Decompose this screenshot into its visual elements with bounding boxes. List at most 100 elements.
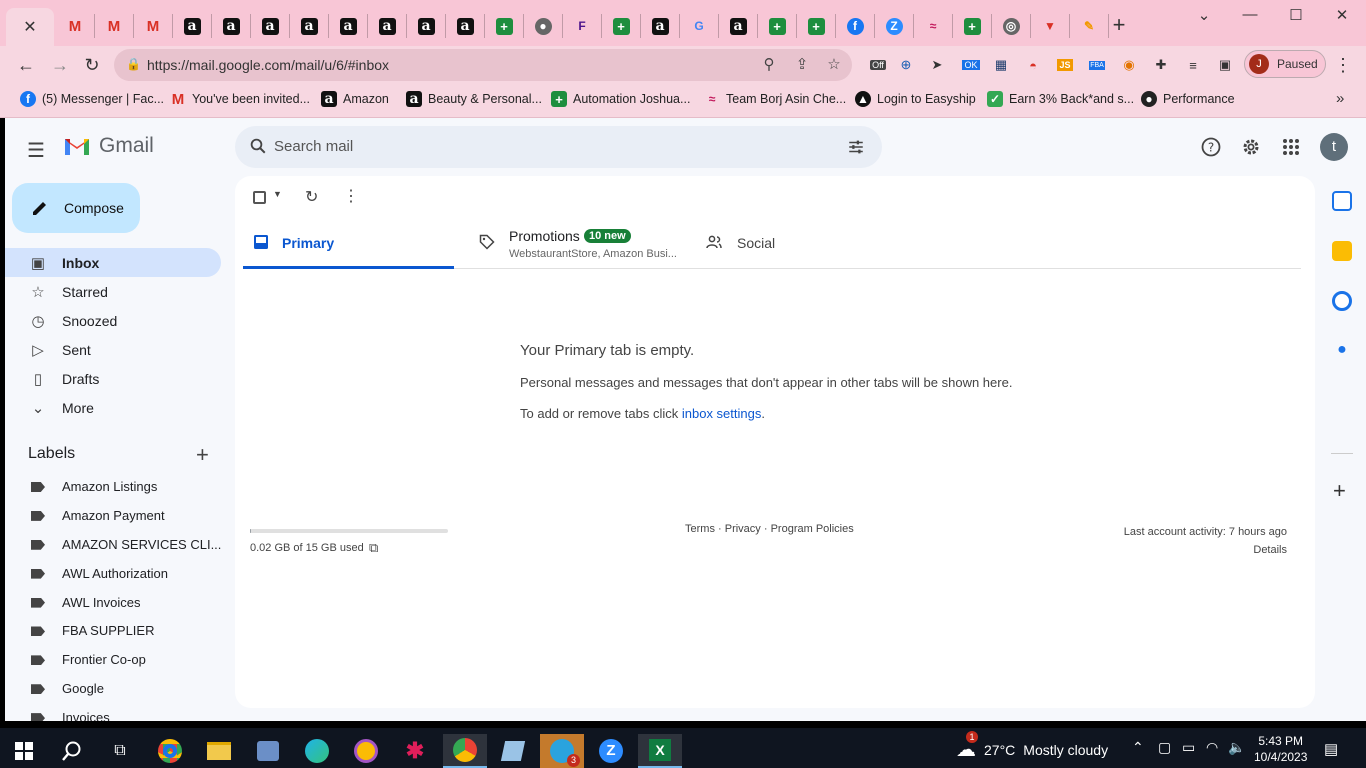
extensions-puzzle-icon[interactable]: ✚ (1151, 55, 1171, 75)
browser-tab[interactable]: a (212, 14, 251, 38)
forward-icon[interactable]: → (46, 51, 74, 79)
telegram-icon[interactable]: 3 (540, 734, 584, 768)
browser-tab[interactable]: a (641, 14, 680, 38)
browser-tab[interactable]: + (758, 14, 797, 38)
notification-icon[interactable]: ▤ (1324, 740, 1338, 758)
browser-tab[interactable]: ● (524, 14, 563, 38)
zoom-icon[interactable]: ⚲ (759, 55, 779, 73)
tab-promotions[interactable]: Promotions 10 new WebstaurantStore, Amaz… (473, 218, 693, 269)
label-item[interactable]: AWL Invoices (5, 589, 221, 618)
browser-tab[interactable]: a (446, 14, 485, 38)
browser-tab[interactable]: a (251, 14, 290, 38)
get-addons-icon[interactable]: + (1333, 478, 1346, 504)
side-panel-icon[interactable]: ▣ (1215, 55, 1235, 75)
select-dropdown-icon[interactable]: ▼ (273, 189, 282, 199)
media-control-icon[interactable]: ≡ (1183, 55, 1203, 75)
program-policies-link[interactable]: Program Policies (771, 523, 854, 535)
bookmark-item[interactable]: a Amazon (321, 91, 389, 107)
edge-icon[interactable] (295, 734, 339, 768)
extension-grid-icon[interactable]: ▦ (991, 55, 1011, 75)
browser-tab[interactable]: G (680, 14, 719, 38)
lock-icon[interactable]: 🔒 (126, 57, 141, 71)
nav-item-drafts[interactable]: ▯ Drafts (5, 364, 221, 393)
inbox-settings-link[interactable]: inbox settings (682, 406, 762, 421)
gmail-logo[interactable]: Gmail (63, 134, 154, 158)
extension-icon[interactable]: ⊕ (896, 55, 916, 75)
terms-link[interactable]: Terms (685, 523, 715, 535)
bookmark-item[interactable]: + Automation Joshua... (551, 91, 690, 107)
browser-tab[interactable]: a (290, 14, 329, 38)
browser-tab[interactable]: a (719, 14, 758, 38)
browser-tab[interactable]: a (173, 14, 212, 38)
bookmark-item[interactable]: ● Performance (1141, 91, 1235, 107)
browser-tab[interactable]: ≈ (914, 14, 953, 38)
browser-tab[interactable]: F (563, 14, 602, 38)
tab-search-icon[interactable]: ⌄ (1194, 6, 1214, 24)
search-options-icon[interactable] (847, 138, 865, 156)
new-tab-button[interactable]: + (1108, 12, 1130, 38)
maximize-icon[interactable]: ☐ (1286, 6, 1306, 24)
extension-pokeball-icon[interactable]: ◓ (1023, 55, 1043, 75)
help-icon[interactable]: ? (1199, 135, 1223, 159)
label-item[interactable]: FBA SUPPLIER (5, 617, 221, 646)
activity-details-link[interactable]: Details (1124, 541, 1287, 559)
label-item[interactable]: Amazon Listings (5, 473, 221, 502)
label-item[interactable]: Amazon Payment (5, 502, 221, 531)
task-view-icon[interactable]: ⧉ (98, 734, 142, 768)
close-tab-icon[interactable]: ✕ (23, 17, 36, 37)
browser-tab[interactable]: M (95, 14, 134, 38)
share-icon[interactable]: ⇪ (792, 55, 812, 73)
slack-icon[interactable]: ✱ (393, 734, 437, 768)
file-explorer-icon[interactable] (197, 734, 241, 768)
browser-tab[interactable]: M (56, 14, 95, 38)
label-item[interactable]: AWL Authorization (5, 560, 221, 589)
browser-tab[interactable]: ◎ (992, 14, 1031, 38)
browser-tab[interactable]: a (329, 14, 368, 38)
extension-ok-icon[interactable]: OK (961, 55, 981, 75)
browser-tab[interactable]: + (485, 14, 524, 38)
window-close-icon[interactable]: ✕ (1332, 6, 1352, 24)
app-blue-icon[interactable] (491, 734, 535, 768)
bookmark-item[interactable]: M You've been invited... (170, 91, 310, 108)
url-text[interactable]: https://mail.google.com/mail/u/6/#inbox (147, 57, 389, 73)
active-tab[interactable]: ✕ (6, 8, 54, 46)
tasks-icon[interactable] (1332, 291, 1352, 311)
more-options-icon[interactable]: ⋮ (343, 186, 359, 206)
bookmark-item[interactable]: f (5) Messenger | Fac... (20, 91, 164, 107)
chrome-profile-taskbar-icon[interactable] (443, 734, 487, 768)
reload-icon[interactable]: ↻ (78, 51, 106, 79)
tray-chevron-icon[interactable]: ⌃ (1132, 739, 1144, 756)
browser-tab[interactable]: f (836, 14, 875, 38)
contacts-icon[interactable]: ● (1332, 341, 1352, 361)
profile-button[interactable]: J Paused (1244, 50, 1326, 78)
extension-circle-icon[interactable]: ◉ (1119, 55, 1139, 75)
browser-tab[interactable]: ✎ (1070, 14, 1109, 38)
bookmark-item[interactable]: ≈ Team Borj Asin Che... (704, 91, 847, 107)
browser-tab[interactable]: ▼ (1031, 14, 1070, 38)
browser-tab[interactable]: + (953, 14, 992, 38)
nav-item-inbox[interactable]: ▣ Inbox (5, 248, 221, 277)
extension-arrow-icon[interactable]: ➤ (927, 55, 947, 75)
volume-icon[interactable]: 🔈 (1228, 739, 1245, 756)
app-taskbar-icon[interactable] (246, 734, 290, 768)
settings-gear-icon[interactable] (1239, 135, 1263, 159)
brave-icon[interactable] (344, 734, 388, 768)
extension-off-icon[interactable]: Off (868, 55, 888, 75)
bookmark-item[interactable]: ✓ Earn 3% Back*and s... (987, 91, 1134, 107)
nav-item-starred[interactable]: ☆ Starred (5, 277, 221, 306)
meet-icon[interactable]: ▢ (1158, 739, 1171, 756)
weather-widget[interactable]: ☁ 1 27°C Mostly cloudy (956, 731, 1108, 762)
extension-js-icon[interactable]: JS (1055, 55, 1075, 75)
label-item[interactable]: Invoices (5, 704, 221, 721)
back-icon[interactable]: ← (12, 51, 40, 79)
bookmark-item[interactable]: ▲ Login to Easyship (855, 91, 976, 107)
open-in-new-icon[interactable]: ⧉ (369, 540, 378, 556)
browser-tab[interactable]: M (134, 14, 173, 38)
wifi-icon[interactable]: ◠ (1206, 739, 1218, 756)
browser-tab[interactable]: + (602, 14, 641, 38)
bookmarks-overflow-icon[interactable]: » (1336, 90, 1344, 107)
search-icon[interactable] (249, 137, 267, 155)
nav-item-snoozed[interactable]: ◷ Snoozed (5, 306, 221, 335)
extension-fba-icon[interactable]: FBA (1087, 55, 1107, 75)
tab-primary[interactable]: Primary (243, 218, 454, 269)
